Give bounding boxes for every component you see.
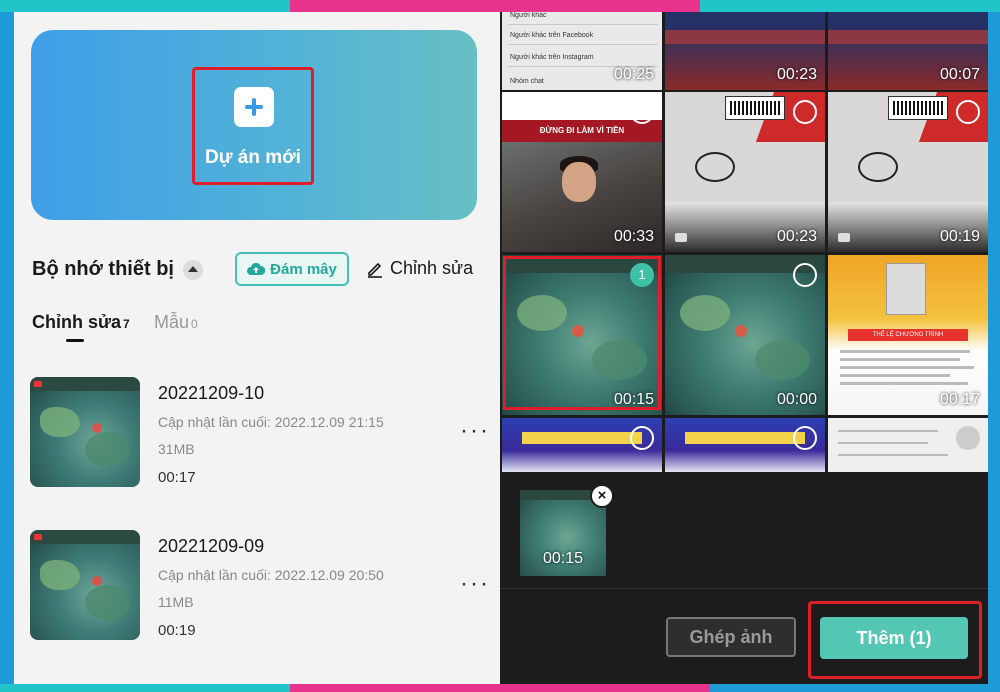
project-updated: Cập nhật lần cuối: 2022.12.09 21:15 (158, 414, 384, 430)
tab-edit[interactable]: Chỉnh sửa 7 (32, 312, 130, 333)
frame-border-bottom-middle (290, 684, 710, 692)
frame-border-top-left (0, 0, 290, 12)
plus-icon[interactable] (234, 87, 274, 127)
select-circle-icon[interactable] (793, 100, 817, 124)
edit-button[interactable]: Chỉnh sửa (366, 258, 473, 279)
media-picker-panel: Người khác Người khác trên Facebook Ngườ… (500, 12, 988, 684)
select-circle-icon[interactable] (630, 100, 654, 124)
frame-border-left (0, 12, 14, 692)
media-item-text: Nhóm chat (510, 78, 544, 85)
more-options-icon[interactable]: ··· (460, 417, 490, 445)
edit-button-label: Chỉnh sửa (390, 258, 474, 278)
media-duration: 00:23 (776, 228, 817, 245)
media-item[interactable]: 00:07 (828, 12, 988, 90)
cloud-button-label: Đám mây (270, 260, 337, 278)
media-duration: 00:33 (613, 228, 654, 245)
project-size: 31MB (158, 441, 195, 457)
tab-edit-count: 7 (123, 317, 130, 331)
media-item-text: Người khác trên Facebook (510, 32, 594, 39)
selected-media-duration: 00:15 (542, 550, 584, 567)
media-item[interactable] (665, 418, 825, 472)
project-list-item[interactable]: 20221209-10 Cập nhật lần cuối: 2022.12.0… (30, 377, 490, 492)
select-circle-icon[interactable] (793, 426, 817, 450)
bottom-action-bar: Ghép ảnh Thêm (1) (500, 588, 988, 684)
selected-highlight-box (503, 256, 661, 410)
media-duration: 00:07 (939, 66, 980, 83)
camera-icon (838, 233, 850, 242)
frame-border-top-right (700, 0, 1000, 12)
project-home-panel: Dự án mới Bộ nhớ thiết bị Đám mây Chỉnh … (14, 12, 500, 684)
project-size: 11MB (158, 594, 194, 610)
cloud-upload-icon (247, 263, 266, 275)
project-updated: Cập nhật lần cuối: 2022.12.09 20:50 (158, 567, 384, 583)
tab-template-count: 0 (191, 317, 198, 331)
media-item[interactable]: 00:00 (665, 255, 825, 415)
media-item-text: Người khác (510, 12, 547, 19)
more-options-icon[interactable]: ··· (460, 570, 490, 598)
caret-up-icon[interactable] (183, 260, 203, 280)
select-circle-icon[interactable] (956, 426, 980, 450)
select-circle-icon[interactable] (956, 100, 980, 124)
media-item[interactable]: ĐỪNG ĐI LÀM VÌ TIỀN 00:33 (502, 92, 662, 252)
active-tab-indicator (66, 339, 84, 342)
tab-edit-label: Chỉnh sửa (32, 312, 122, 332)
frame-border-bottom-right (710, 684, 1000, 692)
frame-border-top-middle (290, 0, 700, 12)
media-duration: 00:19 (939, 228, 980, 245)
project-thumbnail (30, 377, 140, 487)
media-item[interactable]: 00:19 (828, 92, 988, 252)
select-circle-icon[interactable] (793, 263, 817, 287)
media-item[interactable]: THỂ LỆ CHƯƠNG TRÌNH 00:17 (828, 255, 988, 415)
frame-border-right (988, 12, 1000, 692)
pencil-icon (368, 262, 382, 278)
camera-icon (675, 233, 687, 242)
close-icon[interactable]: × (590, 484, 614, 508)
add-button[interactable]: Thêm (1) (820, 617, 968, 659)
device-storage-title: Bộ nhớ thiết bị (32, 258, 174, 280)
tab-template[interactable]: Mẫu 0 (154, 312, 198, 333)
media-banner-text: THỂ LỆ CHƯƠNG TRÌNH (848, 329, 968, 341)
media-item[interactable]: 00:23 (665, 92, 825, 252)
tab-template-label: Mẫu (154, 312, 190, 332)
project-duration: 00:19 (158, 622, 196, 639)
new-project-label[interactable]: Dự án mới (192, 147, 314, 169)
media-grid: Người khác Người khác trên Facebook Ngườ… (500, 12, 988, 472)
media-item[interactable]: Người khác Người khác trên Facebook Ngườ… (502, 12, 662, 90)
selected-media-tray: 00:15 × (500, 472, 988, 588)
project-name: 20221209-10 (158, 383, 265, 403)
project-thumbnail (30, 530, 140, 640)
merge-photos-button[interactable]: Ghép ảnh (666, 617, 796, 657)
select-circle-icon[interactable] (630, 426, 654, 450)
media-item[interactable] (502, 418, 662, 472)
media-duration: 00:00 (776, 391, 817, 408)
project-name: 20221209-09 (158, 536, 265, 556)
cloud-button[interactable]: Đám mây (235, 252, 349, 286)
media-item[interactable] (828, 418, 988, 472)
media-duration: 00:23 (776, 66, 817, 83)
media-item[interactable]: 00:23 (665, 12, 825, 90)
project-duration: 00:17 (158, 469, 196, 486)
media-duration: 00:25 (613, 66, 654, 83)
project-list-item[interactable]: 20221209-09 Cập nhật lần cuối: 2022.12.0… (30, 530, 490, 645)
media-duration: 00:17 (939, 391, 980, 408)
frame-border-bottom-left (0, 684, 290, 692)
media-item-text: Người khác trên Instagram (510, 54, 594, 61)
